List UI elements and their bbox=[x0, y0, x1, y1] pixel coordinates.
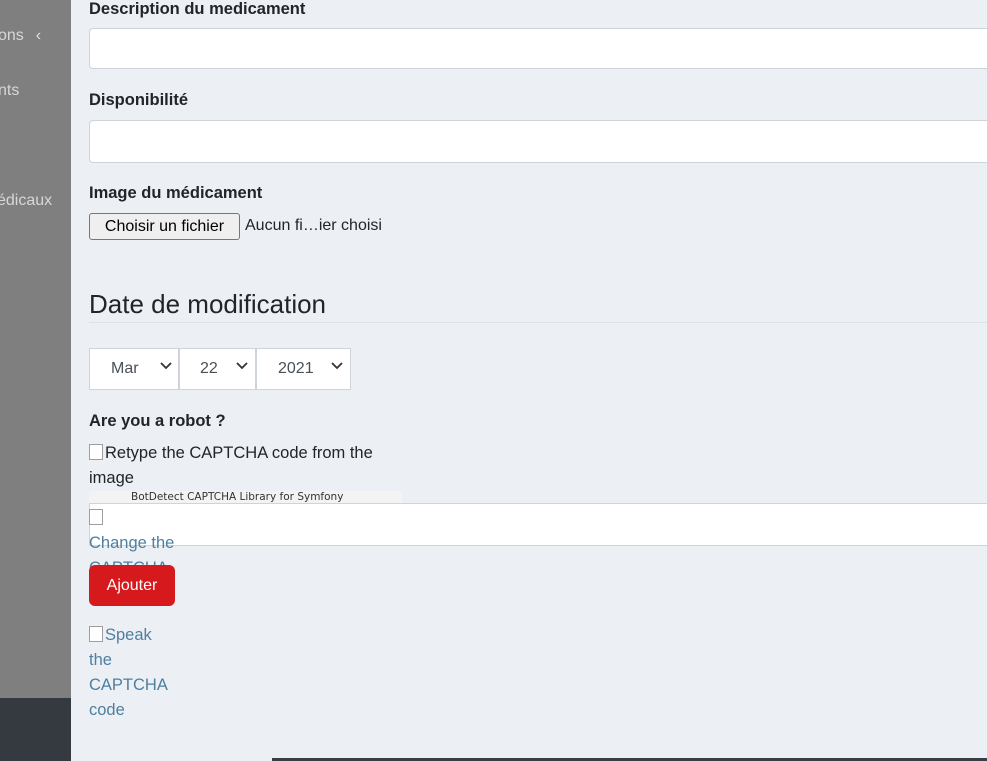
broken-image-icon bbox=[89, 444, 103, 460]
image-label: Image du médicament bbox=[89, 184, 263, 202]
chevron-down-icon bbox=[236, 359, 248, 376]
captcha-label: Are you a robot ? bbox=[89, 412, 226, 430]
chevron-down-icon bbox=[331, 359, 343, 376]
sidebar-item-medicaux[interactable]: édicaux bbox=[0, 191, 52, 211]
availability-label: Disponibilité bbox=[89, 91, 188, 109]
sidebar-item-label: ons bbox=[0, 27, 24, 44]
captcha-image: Retype the CAPTCHA code from the image bbox=[89, 441, 379, 491]
year-select[interactable]: 2021 bbox=[256, 348, 351, 390]
availability-field[interactable] bbox=[89, 120, 987, 163]
chevron-down-icon bbox=[160, 359, 172, 376]
broken-image-icon bbox=[89, 509, 103, 525]
file-status-text: Aucun fi…ier choisi bbox=[245, 217, 382, 234]
medication-form: Description du medicament Disponibilité … bbox=[71, 0, 987, 761]
section-divider bbox=[89, 322, 987, 323]
speak-captcha-link[interactable]: Speak the CAPTCHA code bbox=[89, 623, 179, 723]
sidebar-item-patients[interactable]: nts bbox=[0, 81, 19, 101]
chevron-left-icon: ‹ bbox=[35, 27, 42, 44]
choose-file-button[interactable]: Choisir un fichier bbox=[89, 213, 240, 240]
broken-image-icon bbox=[89, 626, 103, 642]
sidebar-footer bbox=[0, 698, 71, 761]
month-select[interactable]: Mar bbox=[89, 348, 179, 390]
captcha-library-credit: BotDetect CAPTCHA Library for Symfony bbox=[89, 491, 402, 503]
month-value: Mar bbox=[111, 360, 139, 377]
sidebar-item-label: nts bbox=[0, 82, 20, 99]
year-value: 2021 bbox=[278, 360, 314, 377]
sidebar-item-options[interactable]: ons ‹ bbox=[0, 26, 41, 46]
add-button[interactable]: Ajouter bbox=[89, 565, 175, 606]
description-label: Description du medicament bbox=[89, 0, 306, 18]
captcha-image-alt: Retype the CAPTCHA code from the image bbox=[89, 444, 373, 487]
captcha-input[interactable] bbox=[89, 503, 987, 546]
sidebar: ons ‹ nts édicaux bbox=[0, 0, 71, 698]
sidebar-item-label: édicaux bbox=[0, 192, 53, 209]
day-value: 22 bbox=[200, 360, 218, 377]
description-field[interactable] bbox=[89, 28, 987, 69]
day-select[interactable]: 22 bbox=[179, 348, 256, 390]
date-section-title: Date de modification bbox=[89, 289, 327, 319]
